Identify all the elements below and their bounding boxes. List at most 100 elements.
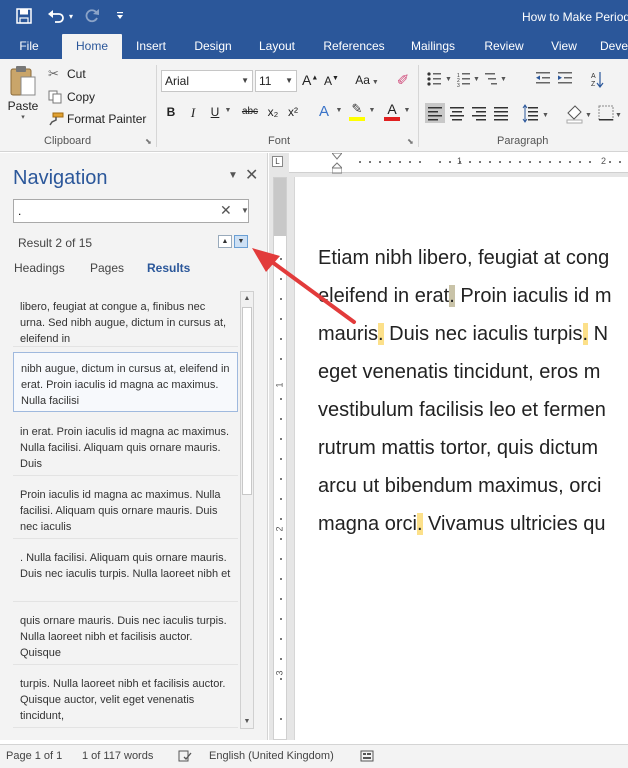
result-item[interactable]: Proin iaculis id magna ac maximus. Nulla… xyxy=(13,479,238,539)
underline-button[interactable]: U xyxy=(208,105,222,119)
text-effects-icon[interactable]: A xyxy=(316,103,332,120)
font-color-button[interactable]: A xyxy=(383,101,401,121)
bold-button[interactable]: B xyxy=(164,105,178,119)
increase-indent-icon[interactable] xyxy=(558,72,572,84)
tab-headings[interactable]: Headings xyxy=(14,261,65,275)
save-icon[interactable] xyxy=(14,6,34,26)
multilevel-list-icon[interactable] xyxy=(485,73,497,85)
shading-icon[interactable] xyxy=(566,105,583,124)
customize-toolbar-icon[interactable] xyxy=(112,6,128,26)
subscript-button[interactable]: x₂ xyxy=(266,105,280,119)
tab-review[interactable]: Review xyxy=(478,34,530,59)
scroll-down-icon[interactable]: ▼ xyxy=(241,715,253,728)
copy-button[interactable]: Copy xyxy=(48,88,95,106)
search-box[interactable]: ✕ ▼ xyxy=(13,199,249,223)
line-spacing-icon[interactable] xyxy=(522,104,538,123)
undo-icon[interactable] xyxy=(46,6,66,26)
superscript-button[interactable]: x² xyxy=(286,105,300,119)
bullets-icon[interactable] xyxy=(427,72,441,86)
tab-design[interactable]: Design xyxy=(188,34,238,59)
next-result-button[interactable]: ▼ xyxy=(234,235,248,248)
proofing-icon[interactable] xyxy=(178,750,192,765)
chevron-down-icon: ▼ xyxy=(241,76,249,85)
borders-icon[interactable] xyxy=(598,105,614,121)
change-case-button[interactable]: Aa ▼ xyxy=(352,73,382,87)
result-item-selected[interactable]: nibh augue, dictum in cursus at, eleifen… xyxy=(13,352,238,412)
numbering-icon[interactable]: 1 2 3 xyxy=(457,73,470,89)
italic-button[interactable]: I xyxy=(186,105,200,121)
text-effects-dropdown-icon[interactable]: ▼ xyxy=(335,107,343,114)
paste-label: Paste xyxy=(7,99,39,113)
format-painter-button[interactable]: Format Painter xyxy=(48,110,146,128)
ruler-number: 2 xyxy=(274,526,285,532)
clear-search-icon[interactable]: ✕ xyxy=(220,202,232,219)
tab-layout[interactable]: Layout xyxy=(252,34,302,59)
paste-dropdown-icon[interactable]: ▾ xyxy=(21,113,25,121)
result-item[interactable]: quis ornare mauris. Duis nec iaculis tur… xyxy=(13,605,238,665)
grow-font-button[interactable]: A▲ xyxy=(302,72,318,88)
tab-results[interactable]: Results xyxy=(147,261,190,275)
align-right-icon[interactable] xyxy=(472,107,486,121)
search-input[interactable] xyxy=(18,203,214,219)
highlight-dropdown-icon[interactable]: ▼ xyxy=(368,107,376,114)
font-size-combo[interactable]: 11 ▼ xyxy=(255,70,297,92)
vertical-ruler[interactable]: 1 2 3 xyxy=(273,177,287,740)
underline-dropdown-icon[interactable]: ▼ xyxy=(223,107,233,114)
doc-line: magna orci. Vivamus ultricies qu xyxy=(318,513,606,535)
svg-text:▼: ▼ xyxy=(473,76,480,83)
word-count[interactable]: 1 of 117 words xyxy=(82,750,153,762)
ribbon-tabs: File Home Insert Design Layout Reference… xyxy=(0,34,628,59)
horizontal-ruler[interactable]: 1 2 xyxy=(289,153,628,175)
clipboard-launcher-icon[interactable]: ⬊ xyxy=(145,138,154,147)
result-item[interactable]: turpis. Nulla laoreet nibh et facilisis … xyxy=(13,668,238,728)
tab-home[interactable]: Home xyxy=(62,34,122,59)
paste-button[interactable]: Paste ▾ xyxy=(6,65,40,127)
cut-button[interactable]: ✂ Cut xyxy=(48,65,86,83)
align-center-icon[interactable] xyxy=(450,107,464,121)
pane-options-icon[interactable]: ▼ xyxy=(228,170,238,181)
tab-mailings[interactable]: Mailings xyxy=(404,34,462,59)
scroll-up-icon[interactable]: ▲ xyxy=(241,292,253,305)
indent-markers[interactable] xyxy=(332,153,342,175)
font-name-combo[interactable]: Arial ▼ xyxy=(161,70,253,92)
svg-text:▼: ▼ xyxy=(615,112,622,119)
clear-formatting-icon[interactable]: ✐ xyxy=(394,71,412,89)
doc-line: rutrum mattis tortor, quis dictum xyxy=(318,437,599,459)
tab-references[interactable]: References xyxy=(318,34,390,59)
font-color-dropdown-icon[interactable]: ▼ xyxy=(403,107,411,114)
tab-selector[interactable]: L xyxy=(272,156,283,167)
tab-view[interactable]: View xyxy=(544,34,584,59)
scrollbar-thumb[interactable] xyxy=(242,307,252,495)
tab-insert[interactable]: Insert xyxy=(128,34,174,59)
language-indicator[interactable]: English (United Kingdom) xyxy=(209,750,334,762)
page-count[interactable]: Page 1 of 1 xyxy=(6,750,62,762)
result-item[interactable]: . Nulla facilisi. Aliquam quis ornare ma… xyxy=(13,542,238,602)
font-launcher-icon[interactable]: ⬊ xyxy=(407,138,416,147)
tab-file[interactable]: File xyxy=(8,34,50,59)
shrink-font-button[interactable]: A▼ xyxy=(324,74,339,88)
document-body[interactable]: Etiam nibh libero, feugiat at cong eleif… xyxy=(318,239,628,543)
results-scrollbar[interactable]: ▲ ▼ xyxy=(240,291,254,729)
undo-dropdown-icon[interactable]: ▾ xyxy=(66,6,76,26)
result-item[interactable]: in erat. Proin iaculis id magna ac maxim… xyxy=(13,416,238,476)
font-color-swatch xyxy=(384,117,400,121)
sort-icon[interactable]: AZ xyxy=(591,72,604,88)
navigation-title: Navigation xyxy=(13,167,108,189)
justify-icon[interactable] xyxy=(494,107,508,121)
search-options-icon[interactable]: ▼ xyxy=(241,206,249,215)
decrease-indent-icon[interactable] xyxy=(536,72,550,84)
cut-label: Cut xyxy=(67,67,86,81)
close-icon[interactable]: ✕ xyxy=(245,165,258,185)
tab-pages[interactable]: Pages xyxy=(90,261,124,275)
tab-developer[interactable]: Deve xyxy=(600,34,628,59)
strikethrough-button[interactable]: abc xyxy=(240,106,260,117)
svg-text:3: 3 xyxy=(457,83,460,89)
previous-result-button[interactable]: ▲ xyxy=(218,235,232,248)
result-item[interactable]: libero, feugiat at congue a, finibus nec… xyxy=(13,291,238,347)
svg-text:▼: ▼ xyxy=(585,112,592,119)
highlight-color-button[interactable]: ✎ xyxy=(348,101,366,121)
format-painter-label: Format Painter xyxy=(67,112,147,126)
redo-icon[interactable] xyxy=(82,6,102,26)
macro-recording-icon[interactable] xyxy=(360,750,374,765)
document-page[interactable]: Etiam nibh libero, feugiat at cong eleif… xyxy=(294,177,628,740)
